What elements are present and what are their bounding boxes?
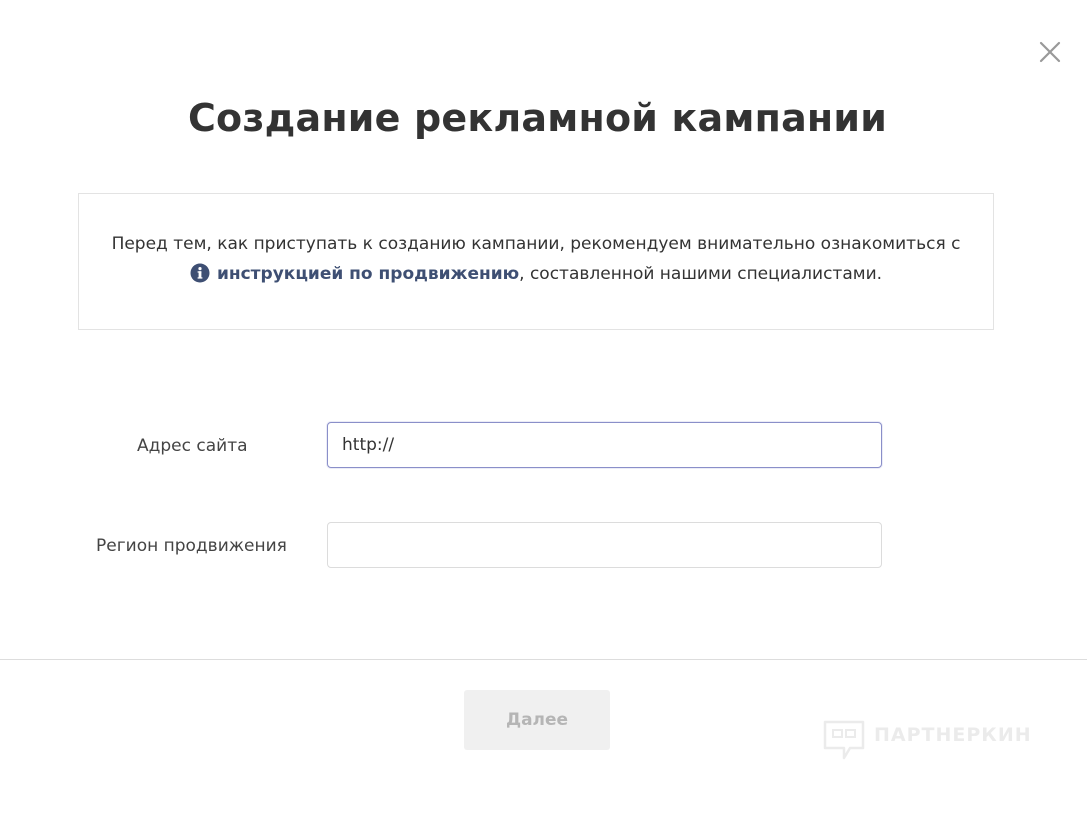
watermark: ПАРТНЕРКИН [820,716,1050,766]
footer-divider [0,659,1087,660]
info-circle-icon [190,263,210,283]
partnerkin-logo-icon [823,720,865,760]
notice-suffix-text: , составленной нашими специалистами. [519,264,883,284]
site-address-label: Адрес сайта [137,436,248,456]
instruction-link[interactable]: инструкцией по продвижению [217,264,519,284]
watermark-text: ПАРТНЕРКИН [874,724,1032,746]
notice-text-line1: Перед тем, как приступать к созданию кам… [111,234,961,254]
next-button[interactable]: Далее [464,690,610,750]
dialog-title: Создание рекламной кампании [187,96,888,140]
close-icon[interactable] [1036,38,1064,66]
instruction-notice: Перед тем, как приступать к созданию кам… [78,193,994,330]
site-address-input[interactable] [327,422,882,468]
create-campaign-dialog: Создание рекламной кампании Перед тем, к… [0,0,1087,816]
promotion-region-label: Регион продвижения [96,536,287,556]
promotion-region-input[interactable] [327,522,882,568]
notice-text-line2: инструкцией по продвижению, составленной… [79,263,993,284]
